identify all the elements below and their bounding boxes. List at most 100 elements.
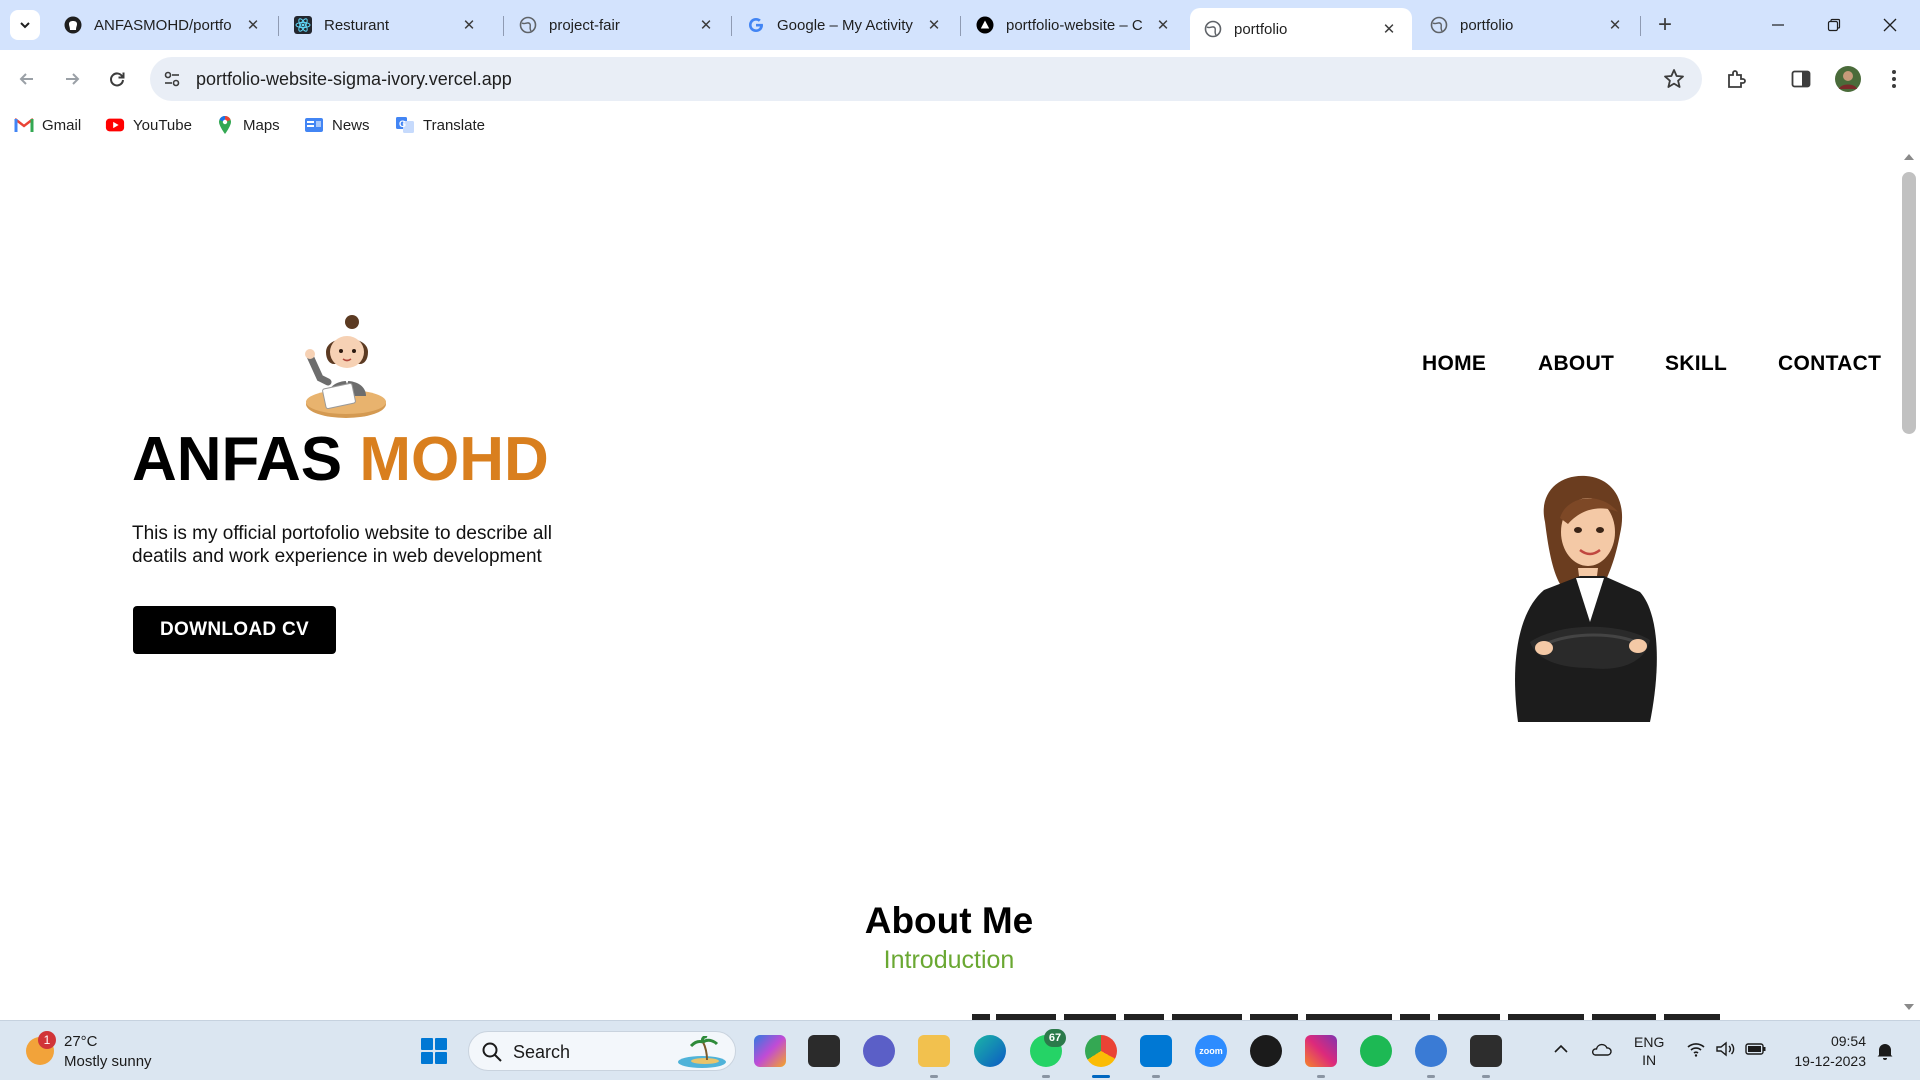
terminal-icon[interactable] (1470, 1035, 1502, 1067)
nav-contact[interactable]: CONTACT (1778, 352, 1881, 376)
scroll-up-arrow-icon[interactable] (1903, 152, 1915, 162)
minimize-icon (1772, 24, 1784, 26)
copilot-icon[interactable] (754, 1035, 786, 1067)
download-cv-button[interactable]: DOWNLOAD CV (133, 606, 336, 654)
edge-icon[interactable] (974, 1035, 1006, 1067)
running-indicator (1427, 1075, 1435, 1078)
tab-title: portfolio (1234, 20, 1288, 38)
logo-girl-illustration (305, 315, 386, 418)
windows-start-icon[interactable] (420, 1037, 448, 1065)
profile-avatar[interactable] (1833, 64, 1863, 94)
chrome-icon[interactable] (1085, 1035, 1117, 1067)
task-view-icon[interactable] (808, 1035, 840, 1067)
show-hidden-icons-chevron-icon[interactable] (1553, 1043, 1569, 1055)
tab-strip: ANFASMOHD/portfo ✕ Resturant ✕ project-f… (0, 0, 1920, 50)
close-icon[interactable]: ✕ (925, 16, 943, 34)
windows-taskbar: 1 27°C Mostly sunny Search 67 zoom ENG I… (0, 1020, 1920, 1080)
about-text-partially-visible (972, 1014, 1720, 1020)
running-indicator (1482, 1075, 1490, 1078)
close-icon[interactable]: ✕ (244, 16, 262, 34)
whatsapp-badge: 67 (1044, 1029, 1066, 1047)
page-viewport: HOME ABOUT SKILL CONTACT ANFAS MOHD This… (0, 142, 1898, 1020)
teams-chat-icon[interactable] (863, 1035, 895, 1067)
notification-bell-icon[interactable] (1876, 1041, 1894, 1061)
address-bar[interactable]: portfolio-website-sigma-ivory.vercel.app (150, 57, 1702, 101)
bookmark-translate[interactable]: G Translate (395, 114, 485, 136)
close-window-button[interactable] (1862, 0, 1918, 50)
tab-portfolio-active[interactable]: portfolio ✕ (1190, 8, 1412, 50)
hero-name-second: MOHD (359, 425, 549, 494)
bookmark-youtube[interactable]: YouTube (105, 114, 192, 136)
volume-icon[interactable] (1715, 1041, 1735, 1057)
battery-icon[interactable] (1745, 1041, 1767, 1057)
side-panel-button[interactable] (1786, 64, 1816, 94)
clock-time: 09:54 (1830, 1033, 1866, 1049)
bookmark-news[interactable]: News (304, 114, 370, 136)
tab-google-activity[interactable]: Google – My Activity ✕ (733, 8, 957, 42)
url-text[interactable]: portfolio-website-sigma-ivory.vercel.app (196, 69, 512, 90)
scroll-down-arrow-icon[interactable] (1903, 1002, 1915, 1012)
close-icon[interactable]: ✕ (1606, 16, 1624, 34)
tab-separator (278, 16, 279, 36)
running-indicator (1042, 1075, 1050, 1078)
menu-button[interactable] (1879, 64, 1909, 94)
running-indicator (1317, 1075, 1325, 1078)
tab-resturant[interactable]: Resturant ✕ (280, 8, 492, 42)
language-line1: ENG (1634, 1034, 1665, 1050)
forward-button[interactable] (55, 62, 89, 96)
weather-widget[interactable]: 1 27°C Mostly sunny (26, 1029, 226, 1073)
language-indicator[interactable]: ENG IN (1634, 1033, 1664, 1069)
extensions-button[interactable] (1721, 64, 1751, 94)
gmail-icon (14, 116, 34, 134)
tab-search-button[interactable] (10, 10, 40, 40)
nav-about[interactable]: ABOUT (1538, 352, 1614, 376)
active-indicator (1092, 1075, 1110, 1078)
bookmark-gmail[interactable]: Gmail (14, 114, 81, 136)
tab-project-fair[interactable]: project-fair ✕ (505, 8, 729, 42)
close-icon[interactable]: ✕ (697, 16, 715, 34)
bookmark-star-icon[interactable] (1662, 67, 1686, 91)
back-button[interactable] (10, 62, 44, 96)
search-placeholder: Search (513, 1042, 571, 1062)
reload-button[interactable] (100, 62, 134, 96)
close-icon[interactable]: ✕ (1154, 16, 1172, 34)
minimize-button[interactable] (1750, 0, 1806, 50)
tab-vercel[interactable]: portfolio-website – C ✕ (962, 8, 1186, 42)
nav-skill[interactable]: SKILL (1665, 352, 1727, 376)
close-icon[interactable]: ✕ (460, 16, 478, 34)
zoom-icon[interactable]: zoom (1195, 1035, 1227, 1067)
tab-separator (503, 16, 504, 36)
language-line2: IN (1642, 1052, 1657, 1068)
media-player-icon[interactable] (1250, 1035, 1282, 1067)
bookmark-maps[interactable]: Maps (215, 114, 280, 136)
clock-date: 19-12-2023 (1794, 1053, 1866, 1069)
restore-button[interactable] (1806, 0, 1862, 50)
tab-portfolio[interactable]: portfolio ✕ (1416, 8, 1638, 42)
vercel-icon (976, 16, 994, 34)
news-icon (304, 116, 324, 134)
wifi-icon[interactable] (1686, 1041, 1706, 1057)
tab-title: portfolio (1460, 16, 1514, 34)
running-indicator (930, 1075, 938, 1078)
running-indicator (1152, 1075, 1160, 1078)
spotify-icon[interactable] (1360, 1035, 1392, 1067)
close-icon[interactable]: ✕ (1380, 20, 1398, 38)
tab-github[interactable]: ANFASMOHD/portfo ✕ (50, 8, 276, 42)
hero-description: This is my official portofolio website t… (132, 523, 552, 567)
bookmark-label: Gmail (42, 116, 82, 134)
beach-scene-icon (678, 1036, 726, 1068)
site-info-icon[interactable] (162, 69, 182, 89)
react-icon (294, 16, 312, 34)
onedrive-cloud-icon[interactable] (1590, 1041, 1612, 1057)
system-clock[interactable]: 09:54 19-12-2023 (1786, 1031, 1866, 1071)
nav-home[interactable]: HOME (1422, 352, 1486, 376)
scrollbar-thumb[interactable] (1902, 172, 1916, 434)
vscode-icon[interactable] (1140, 1035, 1172, 1067)
page-scrollbar[interactable] (1898, 142, 1920, 1020)
settings-app-icon[interactable] (1415, 1035, 1447, 1067)
instagram-icon[interactable] (1305, 1035, 1337, 1067)
file-explorer-icon[interactable] (918, 1035, 950, 1067)
bookmark-label: YouTube (133, 116, 192, 134)
new-tab-button[interactable]: + (1650, 10, 1680, 40)
taskbar-search[interactable]: Search (468, 1031, 736, 1071)
